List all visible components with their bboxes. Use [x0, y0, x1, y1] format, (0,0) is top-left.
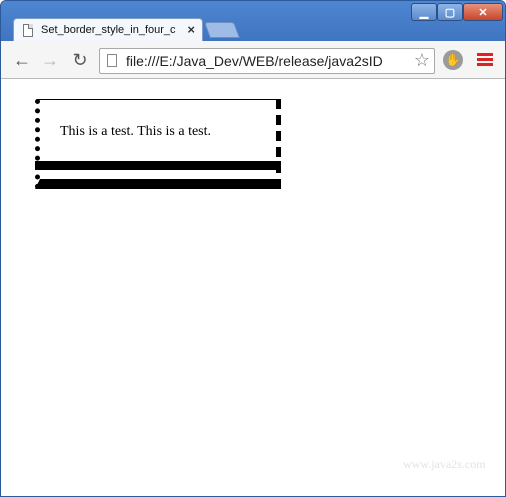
- browser-window: Set_border_style_in_four_c × ▁ ▢ ✕ ← → ↻…: [0, 0, 506, 497]
- bordered-paragraph: This is a test. This is a test.: [35, 99, 281, 189]
- paragraph-text: This is a test. This is a test.: [60, 124, 212, 139]
- maximize-button[interactable]: ▢: [437, 3, 463, 21]
- forward-button[interactable]: →: [39, 50, 61, 70]
- hamburger-menu-icon[interactable]: [477, 53, 493, 67]
- page-icon: [107, 54, 117, 67]
- browser-toolbar: ← → ↻ file:///E:/Java_Dev/WEB/release/ja…: [1, 41, 505, 79]
- close-window-button[interactable]: ✕: [463, 3, 503, 21]
- document-icon: [23, 24, 33, 37]
- tab-close-icon[interactable]: ×: [187, 22, 195, 37]
- active-tab[interactable]: Set_border_style_in_four_c ×: [13, 18, 203, 42]
- border-bar: [35, 161, 281, 170]
- new-tab-button[interactable]: [204, 22, 240, 38]
- url-text[interactable]: file:///E:/Java_Dev/WEB/release/java2sID: [126, 53, 410, 69]
- page-viewport: This is a test. This is a test. www.java…: [1, 79, 505, 496]
- reload-button[interactable]: ↻: [69, 50, 91, 70]
- watermark-text: www.java2s.com: [403, 457, 486, 471]
- minimize-button[interactable]: ▁: [411, 3, 437, 21]
- tab-strip: Set_border_style_in_four_c × ▁ ▢ ✕: [1, 1, 505, 42]
- tab-title: Set_border_style_in_four_c: [41, 24, 176, 36]
- back-button[interactable]: ←: [11, 50, 33, 70]
- bookmark-star-icon[interactable]: ☆: [414, 50, 430, 71]
- adblock-hand-icon[interactable]: ✋: [443, 50, 463, 70]
- address-bar[interactable]: file:///E:/Java_Dev/WEB/release/java2sID…: [99, 48, 435, 74]
